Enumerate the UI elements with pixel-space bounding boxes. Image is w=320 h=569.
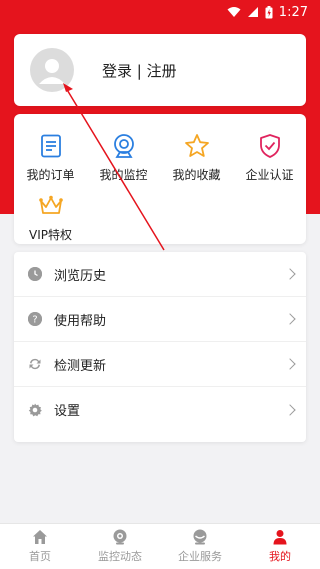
chevron-right-icon xyxy=(284,313,296,325)
menu-item-help[interactable]: ? 使用帮助 xyxy=(14,297,306,342)
monitor-icon xyxy=(113,529,127,545)
feature-label: 企业认证 xyxy=(245,168,294,182)
avatar-placeholder-icon xyxy=(39,59,65,84)
camera-icon xyxy=(110,132,138,160)
chevron-right-icon xyxy=(284,268,296,280)
feature-label: 我的收藏 xyxy=(172,168,221,182)
tab-monitor-updates[interactable]: 监控动态 xyxy=(80,524,160,569)
menu-label: 使用帮助 xyxy=(54,313,107,329)
chevron-right-icon xyxy=(284,403,296,416)
person-icon xyxy=(273,530,287,545)
features-card: 我的订单 我的监控 我的收藏 企业认证 VIP特权 xyxy=(14,114,306,244)
feature-my-monitoring[interactable]: 我的监控 xyxy=(87,132,160,183)
avatar[interactable] xyxy=(30,48,74,92)
menu-label: 检测更新 xyxy=(54,358,107,374)
profile-card[interactable]: 登录 | 注册 xyxy=(14,34,306,106)
menu-label: 设置 xyxy=(54,404,81,419)
feature-label: 我的订单 xyxy=(26,168,75,182)
menu-item-browsing-history[interactable]: 浏览历史 xyxy=(14,252,306,297)
battery-icon xyxy=(265,5,273,18)
menu-item-check-updates[interactable]: 检测更新 xyxy=(14,342,306,387)
status-time: 1:27 xyxy=(278,4,308,20)
wifi-icon xyxy=(227,7,241,17)
menu-list: 浏览历史 ? 使用帮助 检测更新 设置 xyxy=(14,252,306,442)
status-bar: 1:27 xyxy=(0,0,320,24)
feature-vip-privileges[interactable]: VIP特权 xyxy=(14,192,87,243)
chevron-right-icon xyxy=(284,358,296,370)
refresh-icon xyxy=(28,357,42,371)
tab-home[interactable]: 首页 xyxy=(0,524,80,569)
svg-text:?: ? xyxy=(32,315,37,326)
shield-check-icon xyxy=(256,132,284,160)
login-register-link[interactable]: 登录 | 注册 xyxy=(102,60,177,81)
feature-my-favorites[interactable]: 我的收藏 xyxy=(160,132,233,183)
gear-icon xyxy=(28,403,42,417)
feature-label: VIP特权 xyxy=(29,228,72,242)
bottom-tab-bar: 首页 监控动态 企业服务 我的 xyxy=(0,523,320,569)
home-icon xyxy=(33,530,47,544)
star-icon xyxy=(183,132,211,160)
order-icon xyxy=(37,132,65,160)
tab-label: 企业服务 xyxy=(178,550,222,563)
tab-mine[interactable]: 我的 xyxy=(240,524,320,569)
service-icon xyxy=(193,529,207,545)
help-icon: ? xyxy=(28,312,42,326)
menu-label: 浏览历史 xyxy=(54,268,107,284)
crown-icon xyxy=(37,192,65,220)
feature-my-orders[interactable]: 我的订单 xyxy=(14,132,87,183)
tab-label: 监控动态 xyxy=(98,550,142,563)
feature-enterprise-certification[interactable]: 企业认证 xyxy=(233,132,306,183)
tab-enterprise-services[interactable]: 企业服务 xyxy=(160,524,240,569)
menu-item-settings[interactable]: 设置 xyxy=(14,387,306,432)
tab-label: 首页 xyxy=(29,550,51,563)
signal-icon xyxy=(247,7,258,17)
clock-icon xyxy=(28,267,42,281)
tab-label: 我的 xyxy=(269,550,291,563)
feature-label: 我的监控 xyxy=(99,168,148,182)
